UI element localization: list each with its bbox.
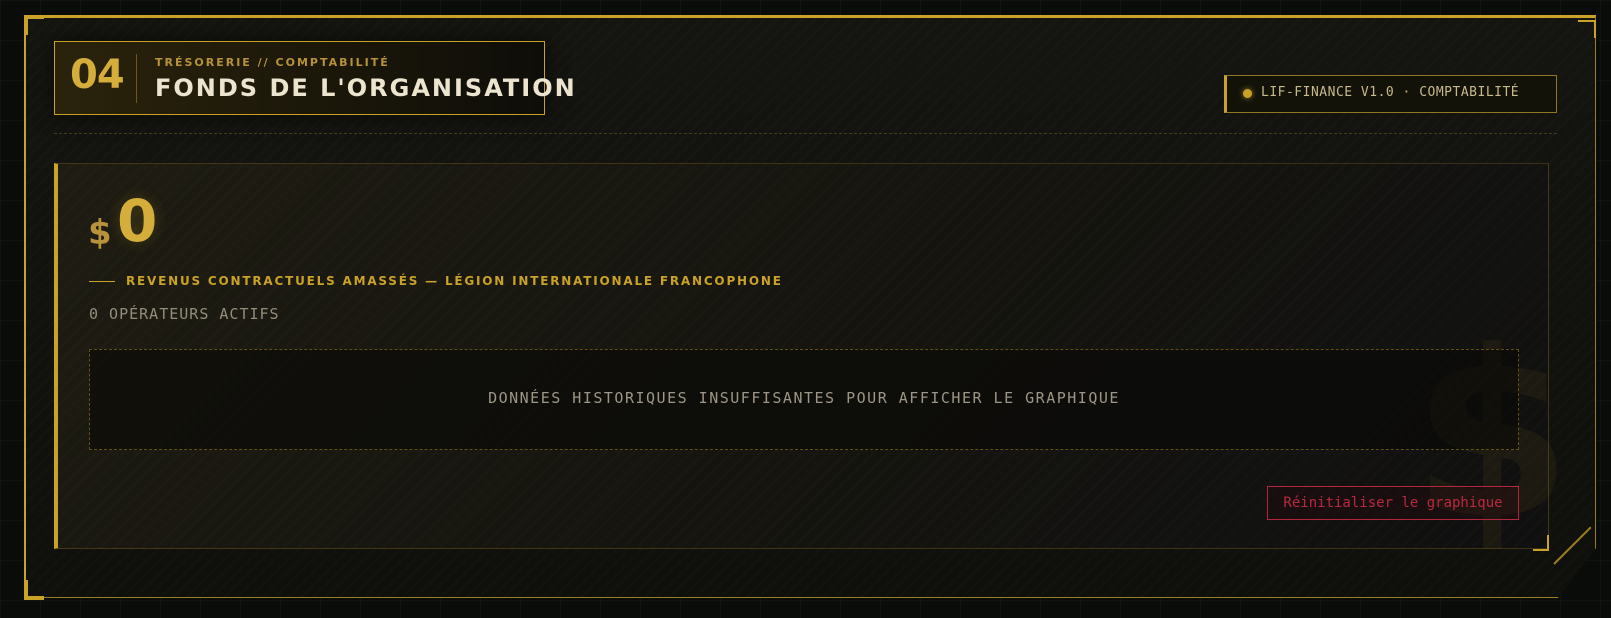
currency-symbol: $ <box>88 213 112 253</box>
section-eyebrow: TRÉSORERIE // COMPTABILITÉ <box>155 56 390 69</box>
frame-corner-top-right <box>1578 20 1596 38</box>
revenue-label-rule <box>89 281 115 282</box>
funds-amount: 0 <box>117 187 158 255</box>
header-divider <box>136 54 137 103</box>
chart-empty-message: DONNÉES HISTORIQUES INSUFFISANTES POUR A… <box>488 389 1120 407</box>
version-badge-label: LIF-FINANCE V1.0 · COMPTABILITÉ <box>1261 85 1520 100</box>
frame-corner-top-left <box>24 15 44 35</box>
page-title: FONDS DE L'ORGANISATION <box>155 74 577 102</box>
header-divider-line <box>54 133 1557 134</box>
panel-corner-bottom-right <box>1533 535 1549 551</box>
section-number: 04 <box>70 52 125 98</box>
status-dot-icon <box>1243 89 1252 98</box>
active-operators-count: 0 OPÉRATEURS ACTIFS <box>89 305 280 323</box>
reset-chart-button[interactable]: Réinitialiser le graphique <box>1267 486 1519 520</box>
revenue-label: REVENUS CONTRACTUELS AMASSÉS — LÉGION IN… <box>126 274 783 288</box>
frame-corner-bottom-left <box>24 580 44 600</box>
